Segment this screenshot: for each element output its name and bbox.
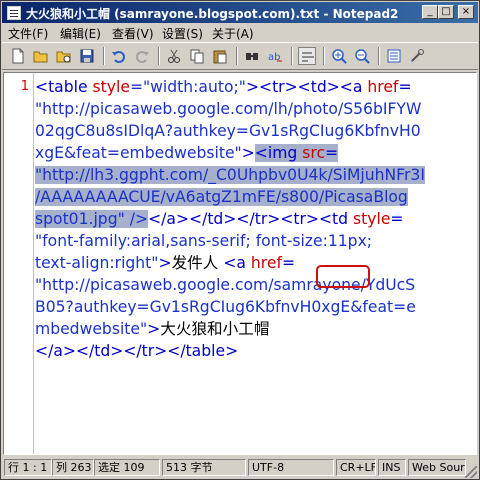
menu-bar: 文件(F) 编辑(E) 查看(V) 设置(S) 关于(A) (2, 23, 478, 42)
paste-icon[interactable] (211, 47, 229, 65)
new-file-icon[interactable] (9, 47, 27, 65)
code-token: <table (35, 78, 93, 96)
maximize-button[interactable]: □ (438, 5, 454, 19)
toolbar-separator (103, 47, 105, 65)
code-token: 发件人 (171, 254, 224, 272)
code-token: <img (254, 144, 303, 162)
minimize-button[interactable]: _ (422, 5, 438, 19)
code-token: > (147, 320, 161, 338)
code-token: = (398, 78, 412, 96)
code-token: href (250, 254, 282, 272)
find-icon[interactable] (243, 47, 261, 65)
window-title: 大火狼和小工帽 (samrayone.blogspot.com).txt - N… (26, 7, 399, 21)
zoom-in-icon[interactable] (330, 47, 348, 65)
code-token: = (390, 210, 404, 228)
menu-edit[interactable]: 编辑(E) (60, 25, 101, 42)
code-token: </a></td></tr><tr><td (148, 210, 354, 228)
status-position: 行 1 : 1 (4, 459, 52, 476)
undo-icon[interactable] (110, 47, 128, 65)
line-number: 1 (20, 79, 29, 94)
menu-settings[interactable]: 设置(S) (162, 25, 203, 42)
code-area[interactable]: <table style="width:auto;"><tr><td><a hr… (35, 76, 475, 362)
code-line: "font-family:arial,sans-serif; font-size… (35, 230, 475, 252)
annotation-highlight-box (316, 265, 370, 288)
open-folder-icon[interactable] (32, 47, 50, 65)
menu-file[interactable]: 文件(F) (8, 25, 48, 42)
toolbar-separator (291, 47, 293, 65)
code-token: mbedwebsite" (35, 320, 148, 338)
code-token: style (92, 78, 130, 96)
scheme-icon[interactable] (385, 47, 403, 65)
code-line: "http://picasaweb.google.com/samrayone/Y… (35, 274, 475, 296)
code-token: "http://picasaweb.google.com/lh/photo/S5… (35, 100, 422, 118)
save-icon[interactable] (78, 47, 96, 65)
code-token: spot01.jpg" /> (35, 210, 149, 228)
code-token: xgE&feat=embedwebsite" (35, 144, 242, 162)
zoom-out-icon[interactable] (353, 47, 371, 65)
code-token: ><tr><td><a (245, 78, 368, 96)
code-token: src (302, 144, 326, 162)
text-editor[interactable]: 1 <table style="width:auto;"><tr><td><a … (3, 72, 477, 455)
code-token: = (325, 144, 339, 162)
toolbar-separator (378, 47, 380, 65)
status-bar: 行 1 : 1 列 263 选定 109 513 字节 UTF-8 CR+LF … (2, 457, 478, 479)
notepad-app-icon (7, 6, 21, 20)
code-token: <a (223, 254, 251, 272)
status-encoding[interactable]: UTF-8 (248, 459, 334, 476)
code-token: href (367, 78, 399, 96)
code-line: spot01.jpg" /></a></td></tr><tr><td styl… (35, 208, 475, 230)
menu-view[interactable]: 查看(V) (112, 25, 154, 42)
code-token: "http://lh3.ggpht.com/_C0Uhpbv0U4k/SiMju… (35, 166, 425, 184)
code-line: text-align:right">发件人 <a href= (35, 252, 475, 274)
code-token: style (353, 210, 391, 228)
notepad2-window: 大火狼和小工帽 (samrayone.blogspot.com).txt - N… (0, 0, 480, 480)
toolbar-separator (323, 47, 325, 65)
code-line: B05?authkey=Gv1sRgCIug6KbfnvH0xgE&feat=e (35, 296, 475, 318)
toolbar-separator (158, 47, 160, 65)
code-token: > (241, 144, 255, 162)
code-line: mbedwebsite">大火狼和小工帽 (35, 318, 475, 340)
code-token: = (281, 254, 296, 272)
cut-icon[interactable] (165, 47, 183, 65)
code-token: ="width:auto;" (129, 78, 246, 96)
menu-about[interactable]: 关于(A) (212, 25, 254, 42)
toolbar: ab (2, 42, 478, 70)
status-column: 列 263 (52, 459, 94, 476)
status-ins[interactable]: INS (378, 459, 406, 476)
close-button[interactable]: × (458, 5, 474, 19)
code-line: "http://lh3.ggpht.com/_C0Uhpbv0U4k/SiMju… (35, 164, 475, 186)
line-number-gutter: 1 (4, 73, 34, 454)
code-token: </a></td></tr></table> (35, 342, 239, 360)
word-wrap-icon[interactable] (298, 47, 316, 65)
open-browse-icon[interactable] (55, 47, 73, 65)
code-token: > (158, 254, 172, 272)
code-token: text-align:right" (35, 254, 159, 272)
code-token: /AAAAAAAACUE/vA6atgZ1mFE/s800/PicasaBlog (35, 188, 408, 206)
settings-icon[interactable] (408, 47, 426, 65)
redo-icon[interactable] (133, 47, 151, 65)
code-line: /AAAAAAAACUE/vA6atgZ1mFE/s800/PicasaBlog (35, 186, 475, 208)
code-line: 02qgC8u8sIDlqA?authkey=Gv1sRgCIug6KbfnvH… (35, 120, 475, 142)
code-token: 02qgC8u8sIDlqA?authkey=Gv1sRgCIug6KbfnvH… (35, 122, 421, 140)
code-token: 大火狼和小工帽 (160, 320, 270, 338)
toolbar-separator (236, 47, 238, 65)
code-line: xgE&feat=embedwebsite"><img src= (35, 142, 475, 164)
replace-icon[interactable]: ab (266, 47, 284, 65)
title-bar[interactable]: 大火狼和小工帽 (samrayone.blogspot.com).txt - N… (2, 2, 478, 23)
code-line: "http://picasaweb.google.com/lh/photo/S5… (35, 98, 475, 120)
code-line: <table style="width:auto;"><tr><td><a hr… (35, 76, 475, 98)
resize-grip[interactable] (465, 466, 477, 478)
status-selection: 选定 109 (94, 459, 160, 476)
status-scheme[interactable]: Web Source (408, 459, 466, 476)
code-line: </a></td></tr></table> (35, 340, 475, 362)
code-token: "font-family:arial,sans-serif; font-size… (35, 232, 373, 250)
status-size: 513 字节 (162, 459, 246, 476)
code-token: B05?authkey=Gv1sRgCIug6KbfnvH0xgE&feat=e (35, 298, 416, 316)
copy-icon[interactable] (188, 47, 206, 65)
status-eol[interactable]: CR+LF (336, 459, 376, 476)
